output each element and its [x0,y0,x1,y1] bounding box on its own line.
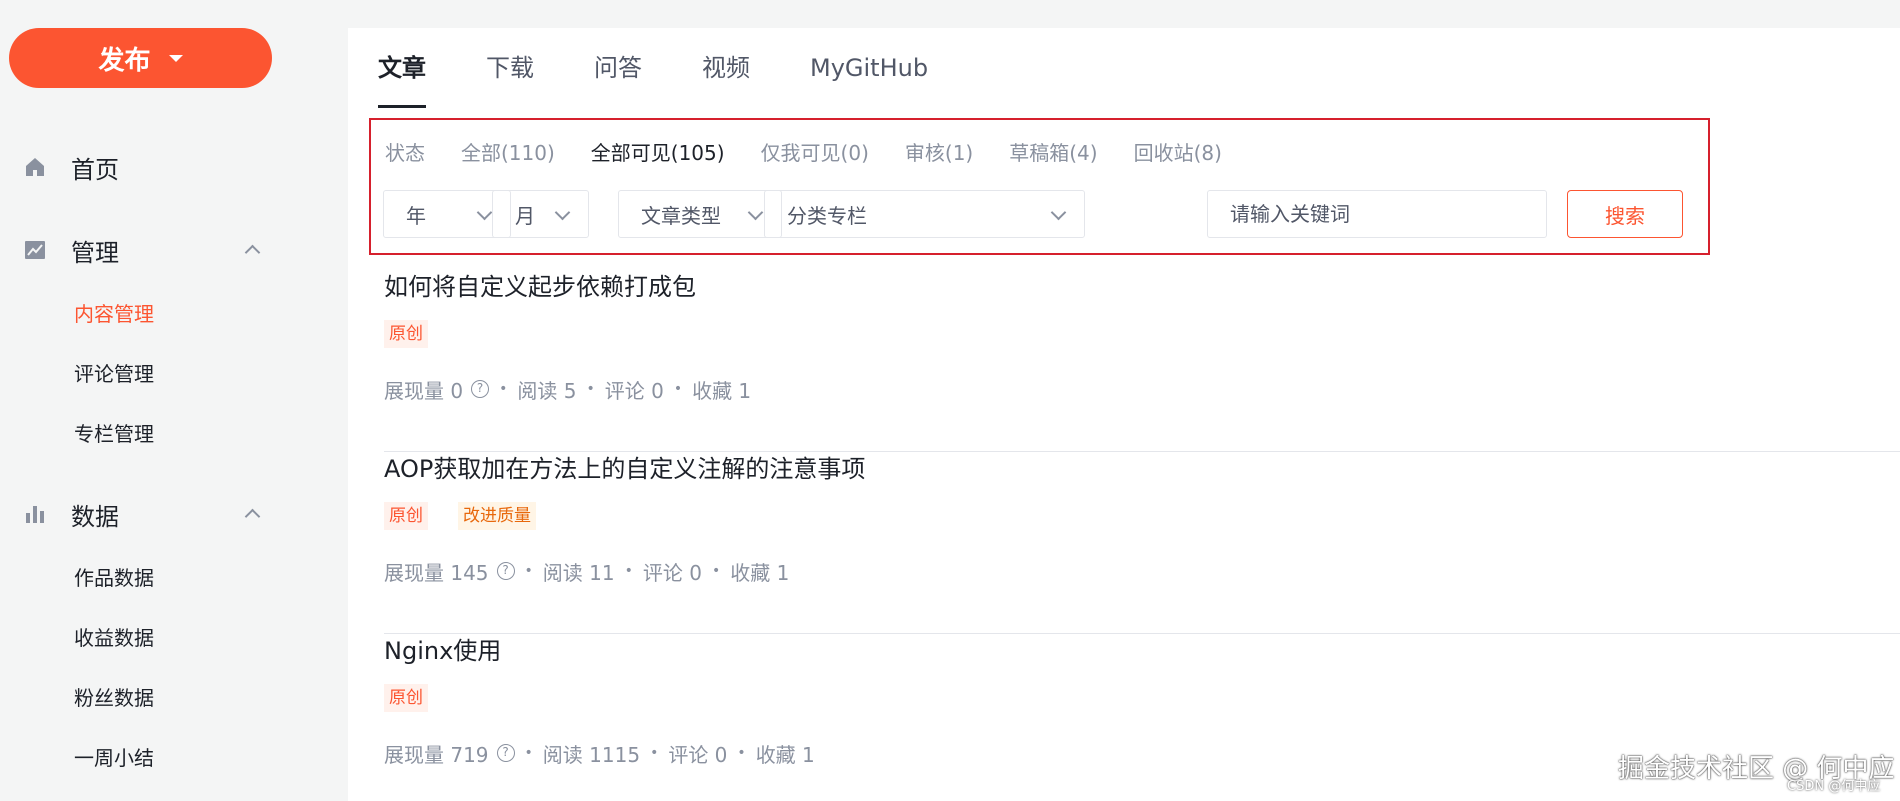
tab-qa[interactable]: 问答 [594,28,642,108]
sidebar-item-column-manage[interactable]: 专栏管理 [74,419,154,449]
sidebar: 发布 首页 管理 内容管理 评论管理 专栏管理 数据 作品数据 收益数据 粉丝数… [0,0,348,801]
month-select[interactable]: 月 [492,190,589,238]
tag-original: 原创 [384,320,428,348]
article-type-select[interactable]: 文章类型 [618,190,782,238]
sidebar-item-weekly-summary[interactable]: 一周小结 [74,743,154,773]
article-type-value: 文章类型 [641,203,721,228]
question-icon[interactable]: ? [496,744,515,762]
separator-dot: • [524,745,533,761]
status-label: 状态 [385,140,425,165]
chevron-up-icon[interactable] [244,508,261,525]
article-meta: 展现量 0 ? • 阅读 5 • 评论 0 • 收藏 1 [384,374,751,404]
reads-count: 阅读 5 [517,378,577,403]
publish-button[interactable]: 发布 [9,28,272,88]
watermark-small: CSDN @何中应 [1787,779,1881,794]
bar-chart-icon [26,506,44,523]
sidebar-item-comment-manage[interactable]: 评论管理 [74,359,154,389]
keyword-input[interactable] [1207,190,1547,238]
article-tags: 原创 改进质量 [384,502,566,530]
year-select-value: 年 [406,203,426,228]
article-item: 如何将自定义起步依赖打成包 原创 展现量 0 ? • 阅读 5 • 评论 0 •… [384,270,1900,452]
tab-downloads[interactable]: 下载 [486,28,534,108]
article-title[interactable]: Nginx使用 [384,634,501,668]
chevron-down-icon [476,204,493,221]
sidebar-item-work-data[interactable]: 作品数据 [74,563,154,593]
sidebar-item-income-data[interactable]: 收益数据 [74,623,154,653]
question-icon[interactable]: ? [471,380,490,398]
reads-count: 阅读 1115 [542,742,641,767]
chevron-up-icon[interactable] [244,244,261,261]
article-tags: 原创 [384,320,458,348]
status-filter: 状态 全部(110) 全部可见(105) 仅我可见(0) 审核(1) 草稿箱(4… [385,134,1258,168]
month-select-value: 月 [515,203,535,228]
tag-improve-quality[interactable]: 改进质量 [458,502,536,530]
article-item: AOP获取加在方法上的自定义注解的注意事项 原创 改进质量 展现量 145 ? … [384,452,1900,634]
sidebar-item-content-manage[interactable]: 内容管理 [74,299,154,329]
tab-videos[interactable]: 视频 [702,28,750,108]
tag-original: 原创 [384,502,428,530]
caret-down-icon [168,54,183,62]
question-icon[interactable]: ? [496,562,515,580]
chevron-down-icon [1050,204,1067,221]
favorites-count: 收藏 1 [692,378,752,403]
status-private[interactable]: 仅我可见(0) [761,137,869,166]
favorites-count: 收藏 1 [730,560,790,585]
views-count: 展现量 719 [384,742,489,767]
favorites-count: 收藏 1 [755,742,815,767]
nav-data-label: 数据 [71,502,119,531]
tab-mygithub[interactable]: MyGitHub [810,28,928,108]
reads-count: 阅读 11 [542,560,615,585]
tag-original: 原创 [384,684,428,712]
publish-label: 发布 [98,45,151,76]
content-tabs: 文章 下载 问答 视频 MyGitHub [378,28,988,108]
category-value: 分类专栏 [787,203,867,228]
status-trash[interactable]: 回收站(8) [1134,137,1222,166]
sidebar-item-fans-data[interactable]: 粉丝数据 [74,683,154,713]
filter-panel: 状态 全部(110) 全部可见(105) 仅我可见(0) 审核(1) 草稿箱(4… [369,118,1710,255]
separator-dot: • [673,381,683,397]
tab-articles[interactable]: 文章 [378,28,426,108]
main-panel: 文章 下载 问答 视频 MyGitHub 状态 全部(110) 全部可见(105… [348,28,1900,801]
comments-count: 评论 0 [642,560,702,585]
article-meta: 展现量 719 ? • 阅读 1115 • 评论 0 • 收藏 1 [384,738,815,768]
nav-manage[interactable]: 管理 [0,225,348,275]
status-review[interactable]: 审核(1) [905,137,973,166]
comments-count: 评论 0 [668,742,728,767]
nav-home[interactable]: 首页 [0,142,348,192]
article-title[interactable]: 如何将自定义起步依赖打成包 [384,270,696,304]
article-title[interactable]: AOP获取加在方法上的自定义注解的注意事项 [384,452,865,486]
separator-dot: • [499,381,508,397]
chart-line-icon [25,241,45,259]
separator-dot: • [650,745,659,761]
views-count: 展现量 145 [384,560,489,585]
views-count: 展现量 0 [384,378,464,403]
nav-home-label: 首页 [71,155,119,184]
article-tags: 原创 [384,684,458,712]
status-drafts[interactable]: 草稿箱(4) [1009,137,1097,166]
status-public[interactable]: 全部可见(105) [591,137,725,166]
home-icon [26,158,44,176]
nav-manage-label: 管理 [71,238,119,267]
separator-dot: • [586,381,595,397]
comments-count: 评论 0 [604,378,664,403]
separator-dot: • [737,745,746,761]
article-meta: 展现量 145 ? • 阅读 11 • 评论 0 • 收藏 1 [384,556,789,586]
category-select[interactable]: 分类专栏 [764,190,1085,238]
separator-dot: • [524,563,533,579]
separator-dot: • [624,563,633,579]
search-button[interactable]: 搜索 [1567,190,1683,238]
chevron-down-icon [554,204,571,221]
separator-dot: • [711,563,721,579]
nav-data[interactable]: 数据 [0,489,348,539]
status-all[interactable]: 全部(110) [461,137,555,166]
chevron-down-icon [747,204,764,221]
